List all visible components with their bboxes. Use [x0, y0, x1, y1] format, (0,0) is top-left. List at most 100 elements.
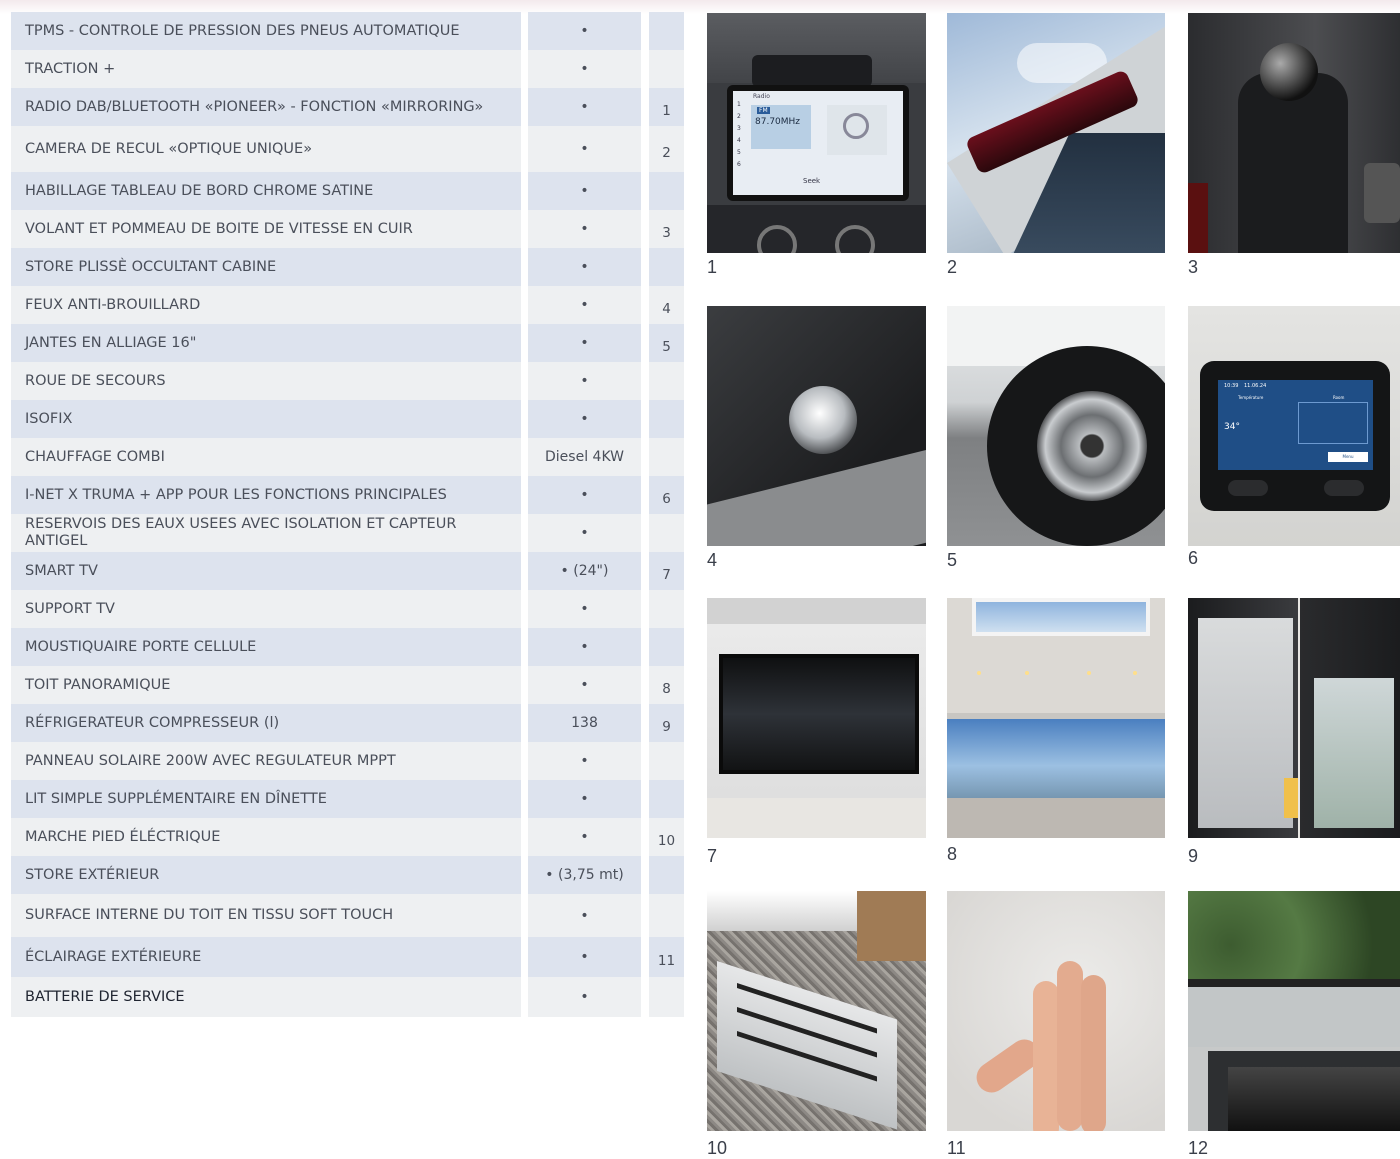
feature-label: STORE PLISSÈ OCCULTANT CABINE [11, 248, 521, 286]
photo-reference [649, 400, 684, 438]
photo-reference: 7 [649, 552, 684, 590]
photo-reference: 3 [649, 210, 684, 248]
feature-value: 138 [528, 704, 641, 742]
photo-fog-light [707, 306, 926, 546]
photo-caption: 2 [947, 257, 958, 277]
table-row: BATTERIE DE SERVICE • [11, 977, 684, 1017]
radio-app-label: Radio [753, 93, 770, 100]
table-row: MARCHE PIED ÉLÉCTRIQUE • 10 [11, 818, 684, 856]
table-row: CHAUFFAGE COMBI Diesel 4KW [11, 438, 684, 476]
photo-panoramic-roof [947, 598, 1165, 838]
feature-label: RÉFRIGERATEUR COMPRESSEUR (l) [11, 704, 521, 742]
table-row: ISOFIX • [11, 400, 684, 438]
photo-caption: 5 [947, 550, 958, 570]
radio-screen: Radio FM 87.70MHz 1 2 3 4 5 6 Seek [727, 85, 909, 201]
photo-reference: 9 [649, 704, 684, 742]
feature-label: SMART TV [11, 552, 521, 590]
table-row: RÉFRIGERATEUR COMPRESSEUR (l) 138 9 [11, 704, 684, 742]
photo-reference [649, 590, 684, 628]
photo-soft-touch-ceiling [947, 891, 1165, 1131]
photo-reference [649, 438, 684, 476]
table-row: SUPPORT TV • [11, 590, 684, 628]
truma-clock: 10:39 [1224, 383, 1239, 389]
feature-label: BATTERIE DE SERVICE [11, 977, 521, 1017]
table-row: ÉCLAIRAGE EXTÉRIEURE • 11 [11, 937, 684, 977]
photo-reference: 5 [649, 324, 684, 362]
feature-value: • [528, 172, 641, 210]
feature-label: MARCHE PIED ÉLÉCTRIQUE [11, 818, 521, 856]
feature-label: PANNEAU SOLAIRE 200W AVEC REGULATEUR MPP… [11, 742, 521, 780]
tv-screen [719, 654, 919, 774]
feature-value: • [528, 590, 641, 628]
feature-value: • [528, 286, 641, 324]
truma-screen: 10:39 11.06.24 Température 34° Room Menu [1218, 380, 1373, 470]
feature-value: Diesel 4KW [528, 438, 641, 476]
feature-value: • [528, 50, 641, 88]
radio-frequency: 87.70MHz [755, 117, 801, 127]
feature-value: • [528, 12, 641, 50]
table-row: TPMS - CONTROLE DE PRESSION DES PNEUS AU… [11, 12, 684, 50]
truma-room-label: Room [1333, 395, 1345, 400]
table-row: RADIO DAB/BLUETOOTH «PIONEER» - FONCTION… [11, 88, 684, 126]
table-row: SURFACE INTERNE DU TOIT EN TISSU SOFT TO… [11, 894, 684, 937]
table-row: TOIT PANORAMIQUE • 8 [11, 666, 684, 704]
feature-label: TRACTION + [11, 50, 521, 88]
feature-value: • [528, 780, 641, 818]
truma-date: 11.06.24 [1244, 383, 1267, 389]
feature-label: MOUSTIQUAIRE PORTE CELLULE [11, 628, 521, 666]
photo-caption: 7 [707, 846, 718, 866]
table-row: STORE PLISSÈ OCCULTANT CABINE • [11, 248, 684, 286]
feature-label: ISOFIX [11, 400, 521, 438]
feature-label: RESERVOIS DES EAUX USEES AVEC ISOLATION … [11, 514, 521, 552]
photo-reference: 10 [649, 818, 684, 856]
table-row: MOUSTIQUAIRE PORTE CELLULE • [11, 628, 684, 666]
photo-reference [649, 514, 684, 552]
photo-exterior-lighting [1188, 891, 1400, 1131]
photo-radio: Radio FM 87.70MHz 1 2 3 4 5 6 Seek [707, 13, 926, 253]
feature-label: TOIT PANORAMIQUE [11, 666, 521, 704]
gear-knob [1260, 43, 1318, 101]
photo-reference [649, 362, 684, 400]
photo-rear-camera [947, 13, 1165, 253]
photo-reference [649, 977, 684, 1017]
photo-reference: 1 [649, 88, 684, 126]
photo-reference [649, 628, 684, 666]
feature-value: • [528, 818, 641, 856]
feature-label: VOLANT ET POMMEAU DE BOITE DE VITESSE EN… [11, 210, 521, 248]
feature-label: RADIO DAB/BLUETOOTH «PIONEER» - FONCTION… [11, 88, 521, 126]
photo-reference [649, 856, 684, 894]
feature-label: CAMERA DE RECUL «OPTIQUE UNIQUE» [11, 126, 521, 172]
radio-seek-button: Seek [803, 177, 821, 185]
table-row: STORE EXTÉRIEUR • (3,75 mt) [11, 856, 684, 894]
photo-truma-panel: 10:39 11.06.24 Température 34° Room Menu [1188, 306, 1400, 546]
photo-reference [649, 50, 684, 88]
feature-label: SURFACE INTERNE DU TOIT EN TISSU SOFT TO… [11, 894, 521, 937]
feature-label: ÉCLAIRAGE EXTÉRIEURE [11, 937, 521, 977]
photo-caption: 4 [707, 550, 718, 570]
photo-reference [649, 12, 684, 50]
feature-value: • [528, 628, 641, 666]
photo-reference: 11 [649, 937, 684, 977]
photo-reference: 8 [649, 666, 684, 704]
feature-value: • (3,75 mt) [528, 856, 641, 894]
feature-label: SUPPORT TV [11, 590, 521, 628]
radio-band: FM [757, 107, 770, 114]
table-row: LIT SIMPLE SUPPLÉMENTAIRE EN DÎNETTE • [11, 780, 684, 818]
feature-value: • [528, 400, 641, 438]
feature-label: LIT SIMPLE SUPPLÉMENTAIRE EN DÎNETTE [11, 780, 521, 818]
feature-label: HABILLAGE TABLEAU DE BORD CHROME SATINE [11, 172, 521, 210]
table-row: PANNEAU SOLAIRE 200W AVEC REGULATEUR MPP… [11, 742, 684, 780]
table-row: ROUE DE SECOURS • [11, 362, 684, 400]
feature-value: • [528, 977, 641, 1017]
table-row: RESERVOIS DES EAUX USEES AVEC ISOLATION … [11, 514, 684, 552]
feature-value: • [528, 362, 641, 400]
feature-label: STORE EXTÉRIEUR [11, 856, 521, 894]
photo-electric-step [707, 891, 926, 1131]
table-row: I-NET X TRUMA + APP POUR LES FONCTIONS P… [11, 476, 684, 514]
table-row: FEUX ANTI-BROUILLARD • 4 [11, 286, 684, 324]
table-row: JANTES EN ALLIAGE 16" • 5 [11, 324, 684, 362]
photo-reference [649, 742, 684, 780]
photo-refrigerator [1188, 598, 1400, 838]
feature-value: • [528, 742, 641, 780]
truma-temperature: 34° [1224, 422, 1240, 432]
